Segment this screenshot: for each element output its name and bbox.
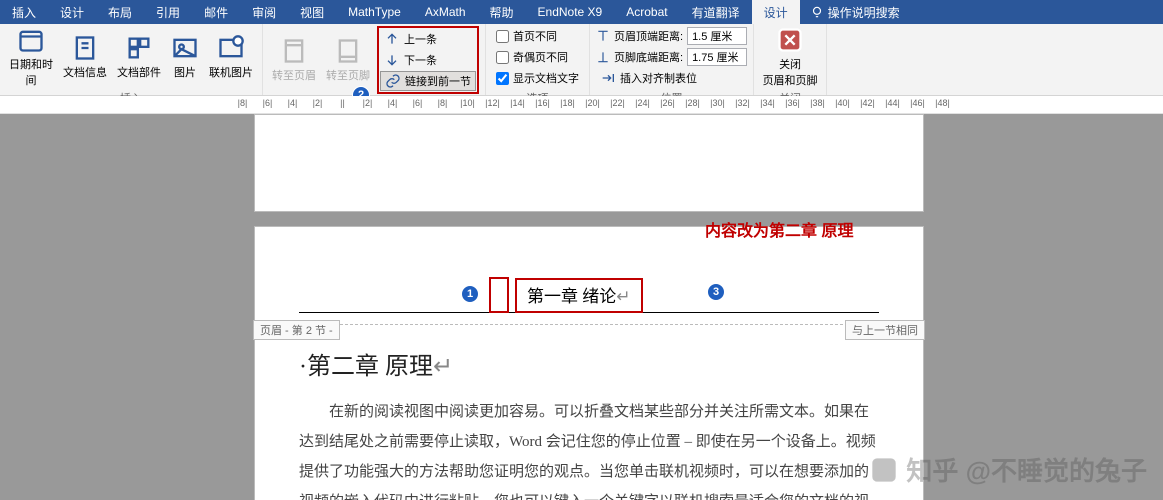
docparts-button[interactable]: 文档部件 xyxy=(114,34,164,80)
tab-headerfooter-design[interactable]: 设计 xyxy=(752,0,800,24)
docinfo-label: 文档信息 xyxy=(63,64,107,80)
close-label-1: 关闭 xyxy=(779,56,801,72)
align-tab-label: 插入对齐制表位 xyxy=(620,70,697,86)
tab-youdao[interactable]: 有道翻译 xyxy=(680,0,752,24)
next-section-button[interactable]: 下一条 xyxy=(380,50,476,70)
tab-view[interactable]: 视图 xyxy=(288,0,336,24)
header-top-input[interactable] xyxy=(687,27,747,45)
tab-mailings[interactable]: 邮件 xyxy=(192,0,240,24)
diff-first-label: 首页不同 xyxy=(513,28,557,44)
document-body[interactable]: ·第二章 原理↵ 在新的阅读视图中阅读更加容易。可以折叠文档某些部分并关注所需文… xyxy=(299,343,879,500)
link-previous-button[interactable]: 链接到前一节 xyxy=(380,71,476,91)
arrow-up-icon xyxy=(384,31,400,47)
header-top-row: 页眉顶端距离: xyxy=(596,26,747,46)
annotation-callout: 内容改为第二章 原理 xyxy=(705,217,853,241)
group-close: 关闭 页眉和页脚 关闭 xyxy=(754,24,827,95)
group-options: 首页不同 奇偶页不同 显示文档文字 选项 xyxy=(486,24,590,95)
goto-header-button[interactable]: 转至页眉 xyxy=(269,37,319,83)
insert-align-tab-button[interactable]: 插入对齐制表位 xyxy=(596,68,747,88)
chapter-title: ·第二章 原理↵ xyxy=(299,343,879,391)
picture-label: 图片 xyxy=(174,64,196,80)
info-icon xyxy=(71,34,99,62)
ruler: |8||6||4||2||||2||4||6||8||10||12||14||1… xyxy=(0,96,1163,114)
goto-header-icon xyxy=(280,37,308,65)
close-label-2: 页眉和页脚 xyxy=(763,72,818,88)
footer-bottom-row: 页脚底端距离: xyxy=(596,47,747,67)
ribbon-tabs: 插入 设计 布局 引用 邮件 审阅 视图 MathType AxMath 帮助 … xyxy=(0,0,1163,24)
goto-footer-label: 转至页脚 xyxy=(326,67,370,83)
docinfo-button[interactable]: 文档信息 xyxy=(60,34,110,80)
tell-me-search[interactable]: 操作说明搜索 xyxy=(800,0,910,24)
section-tag-left: 页眉 - 第 2 节 - xyxy=(253,320,340,340)
lightbulb-icon xyxy=(810,5,824,19)
online-picture-label: 联机图片 xyxy=(209,64,253,80)
show-doctext-checkbox[interactable]: 显示文档文字 xyxy=(492,68,583,88)
tab-mathtype[interactable]: MathType xyxy=(336,0,413,24)
tab-endnote[interactable]: EndNote X9 xyxy=(526,0,615,24)
goto-header-label: 转至页眉 xyxy=(272,67,316,83)
parts-icon xyxy=(125,34,153,62)
datetime-button[interactable]: 日期和时间 xyxy=(6,26,56,88)
header-text: 第一章 绪论 xyxy=(527,287,616,306)
tell-me-label: 操作说明搜索 xyxy=(828,4,900,21)
tab-design[interactable]: 设计 xyxy=(48,0,96,24)
show-doctext-label: 显示文档文字 xyxy=(513,70,579,86)
header-text-box[interactable]: 第一章 绪论↵ xyxy=(515,278,643,313)
watermark-text: 知乎 @不睡觉的兔子 xyxy=(906,451,1147,488)
tab-review[interactable]: 审阅 xyxy=(240,0,288,24)
arrow-down-icon xyxy=(384,52,400,68)
calendar-icon xyxy=(17,26,45,54)
annotation-bubble-3: 3 xyxy=(707,283,725,301)
tab-layout[interactable]: 布局 xyxy=(96,0,144,24)
header-top-label: 页眉顶端距离: xyxy=(614,28,683,44)
header-area[interactable]: 1 第一章 绪论↵ 3 xyxy=(299,287,879,313)
link-icon xyxy=(385,73,401,89)
online-picture-icon xyxy=(217,34,245,62)
tab-axmath[interactable]: AxMath xyxy=(413,0,478,24)
group-insert: 日期和时间 文档信息 文档部件 图片 联机图片 插入 xyxy=(0,24,263,95)
goto-footer-button[interactable]: 转至页脚 xyxy=(323,37,373,83)
docparts-label: 文档部件 xyxy=(117,64,161,80)
link-previous-label: 链接到前一节 xyxy=(405,73,471,89)
paragraph: 在新的阅读视图中阅读更加容易。可以折叠文档某些部分并关注所需文本。如果在达到结尾… xyxy=(299,397,879,500)
footer-distance-icon xyxy=(596,50,610,64)
next-label: 下一条 xyxy=(404,52,437,68)
prev-section-button[interactable]: 上一条 xyxy=(380,29,476,49)
close-headerfooter-button[interactable]: 关闭 页眉和页脚 xyxy=(760,26,820,88)
section-tag-right: 与上一节相同 xyxy=(845,320,925,340)
diff-oddeven-label: 奇偶页不同 xyxy=(513,49,568,65)
footer-bottom-label: 页脚底端距离: xyxy=(614,49,683,65)
footer-bottom-input[interactable] xyxy=(687,48,747,66)
annotation-cursor-box xyxy=(489,277,509,313)
header-distance-icon xyxy=(596,29,610,43)
diff-first-checkbox[interactable]: 首页不同 xyxy=(492,26,583,46)
page: 内容改为第二章 原理 1 第一章 绪论↵ 3 页眉 - 第 2 节 - 与上一节… xyxy=(254,226,924,500)
tab-insert[interactable]: 插入 xyxy=(0,0,48,24)
group-position: 页眉顶端距离: 页脚底端距离: 插入对齐制表位 位置 xyxy=(590,24,754,95)
online-picture-button[interactable]: 联机图片 xyxy=(206,34,256,80)
picture-icon xyxy=(171,34,199,62)
picture-button[interactable]: 图片 xyxy=(168,34,202,80)
group-navigation: 转至页眉 转至页脚 上一条 下一条 链接到前一节 xyxy=(263,24,486,95)
datetime-label: 日期和时间 xyxy=(6,56,56,88)
annotation-bubble-1: 1 xyxy=(461,285,479,303)
tab-references[interactable]: 引用 xyxy=(144,0,192,24)
tab-help[interactable]: 帮助 xyxy=(478,0,526,24)
goto-footer-icon xyxy=(334,37,362,65)
document-canvas: 内容改为第二章 原理 1 第一章 绪论↵ 3 页眉 - 第 2 节 - 与上一节… xyxy=(0,114,1163,500)
ribbon: 日期和时间 文档信息 文档部件 图片 联机图片 插入 xyxy=(0,24,1163,96)
diff-oddeven-checkbox[interactable]: 奇偶页不同 xyxy=(492,47,583,67)
header-boundary-line xyxy=(255,324,923,325)
close-icon xyxy=(776,26,804,54)
tab-icon xyxy=(600,70,616,86)
previous-page-bottom xyxy=(254,114,924,212)
tab-acrobat[interactable]: Acrobat xyxy=(614,0,679,24)
prev-label: 上一条 xyxy=(404,31,437,47)
